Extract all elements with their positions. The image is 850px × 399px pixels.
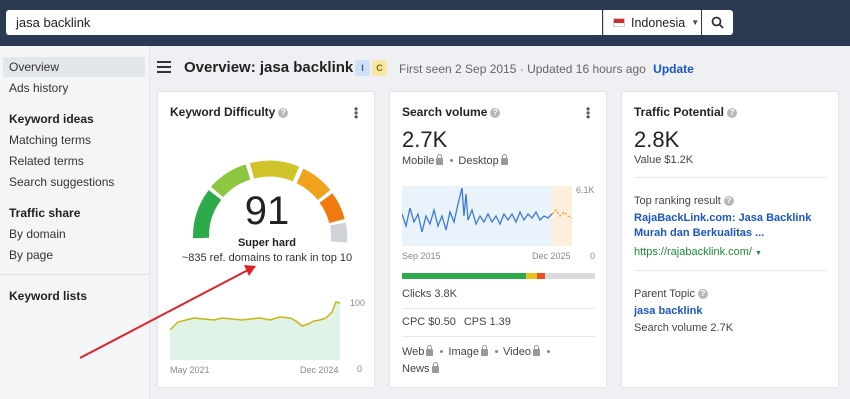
search-input[interactable]: jasa backlink [6,10,602,35]
tp-value-usd: Value $1.2K [634,154,694,166]
lock-icon [500,154,508,165]
serp-news: News [402,363,430,375]
more-options-icon[interactable]: • • • [354,103,358,123]
help-icon[interactable]: ? [727,108,738,118]
tp-value: 2.8K [634,127,680,152]
sidebar-header-keyword-ideas: Keyword ideas [9,112,94,126]
country-select[interactable]: Indonesia ▼ [603,10,701,35]
sidebar-item-search-suggestions[interactable]: Search suggestions [3,172,145,192]
sv-value: 2.7K [402,127,448,152]
search-volume-card: Search volume? • • • 2.7K Mobile Desktop 6.… [389,91,607,388]
device-mobile: Mobile [402,155,435,167]
kd-chart-start: May 2021 [170,365,210,375]
help-icon[interactable]: ? [723,196,734,206]
sv-chart-ymax: 6.1K [576,185,595,195]
meta-text: First seen 2 Sep 2015 · Updated 16 hours… [399,62,646,76]
device-desktop: Desktop [458,155,499,167]
kd-chart-ymax: 100 [350,298,366,308]
lock-icon [431,362,439,373]
help-icon[interactable]: ? [278,108,289,118]
sv-cps: CPS 1.39 [463,316,511,328]
more-options-icon[interactable]: • • • [586,103,590,123]
serp-image: Image [448,346,479,358]
lock-icon [426,345,434,356]
sidebar-item-matching-terms[interactable]: Matching terms [3,130,145,150]
keyword-difficulty-card: Keyword Difficulty? • • • 91 Super hard ~8… [157,91,375,388]
intent-badge-commercial[interactable]: C [372,60,387,76]
update-link[interactable]: Update [653,62,694,76]
sv-title: Search volume? [402,105,501,119]
indonesia-flag-icon [613,18,625,27]
sv-chart-ymin: 0 [590,251,596,261]
parent-topic-label: Parent Topic? [634,288,708,300]
chevron-down-icon: ▼ [755,250,762,257]
sv-chart-start: Sep 2015 [402,251,441,261]
lock-icon [436,154,444,165]
parent-topic-link[interactable]: jasa backlink [634,305,703,317]
lock-icon [481,345,488,356]
top-ranking-url[interactable]: https://rajabacklink.com/▼ [634,246,762,258]
sv-history-chart [402,186,572,246]
kd-history-chart [170,301,340,360]
clicks-distribution-bar [402,273,595,279]
kd-chart-ymin: 0 [357,364,363,374]
kd-chart-end: Dec 2024 [300,365,339,375]
serp-features: Web Image Video News [402,344,592,378]
search-icon [711,16,724,29]
kd-label: Super hard [237,237,297,249]
sv-devices: Mobile Desktop [402,154,510,167]
tp-title: Traffic Potential? [634,105,738,119]
lock-icon [532,345,540,356]
sv-cpc-cps: CPC $0.50 CPS 1.39 [402,316,511,328]
sidebar-item-related-terms[interactable]: Related terms [3,151,145,171]
top-ranking-label: Top ranking result? [634,195,734,207]
sidebar-item-by-domain[interactable]: By domain [3,224,145,244]
sidebar-item-ads-history[interactable]: Ads history [3,78,145,98]
keyword-meta: First seen 2 Sep 2015 · Updated 16 hours… [399,62,694,76]
sidebar: Overview Ads history Keyword ideas Match… [0,46,150,399]
kd-score: 91 [244,189,290,233]
serp-web: Web [402,346,425,358]
serp-video: Video [503,346,531,358]
parent-topic-volume: Search volume 2.7K [634,322,734,334]
sv-cpc: CPC $0.50 [402,316,456,328]
sidebar-item-keyword-lists[interactable]: Keyword lists [9,289,87,303]
sidebar-header-traffic-share: Traffic share [9,206,81,220]
page-title: Overview: jasa backlink [184,59,354,76]
help-icon[interactable]: ? [697,289,708,299]
country-label: Indonesia [631,15,686,30]
help-icon[interactable]: ? [490,108,501,118]
menu-icon[interactable] [157,61,171,73]
top-ranking-title-link[interactable]: RajaBackLink.com: Jasa Backlink Murah dan… [634,211,811,241]
top-bar: jasa backlink Indonesia ▼ [0,0,850,46]
kd-title: Keyword Difficulty? [170,105,289,119]
sidebar-item-by-page[interactable]: By page [3,245,145,265]
search-button[interactable] [702,10,733,35]
traffic-potential-card: Traffic Potential? 2.8K Value $1.2K Top … [621,91,839,388]
intent-badge-informational[interactable]: I [355,60,370,76]
sidebar-divider [0,274,149,275]
chevron-down-icon: ▼ [691,18,700,27]
kd-subtitle: ~835 ref. domains to rank in top 10 [181,252,353,264]
sv-clicks: Clicks 3.8K [402,288,458,300]
sv-chart-end: Dec 2025 [532,251,571,261]
sidebar-item-overview[interactable]: Overview [3,57,145,77]
